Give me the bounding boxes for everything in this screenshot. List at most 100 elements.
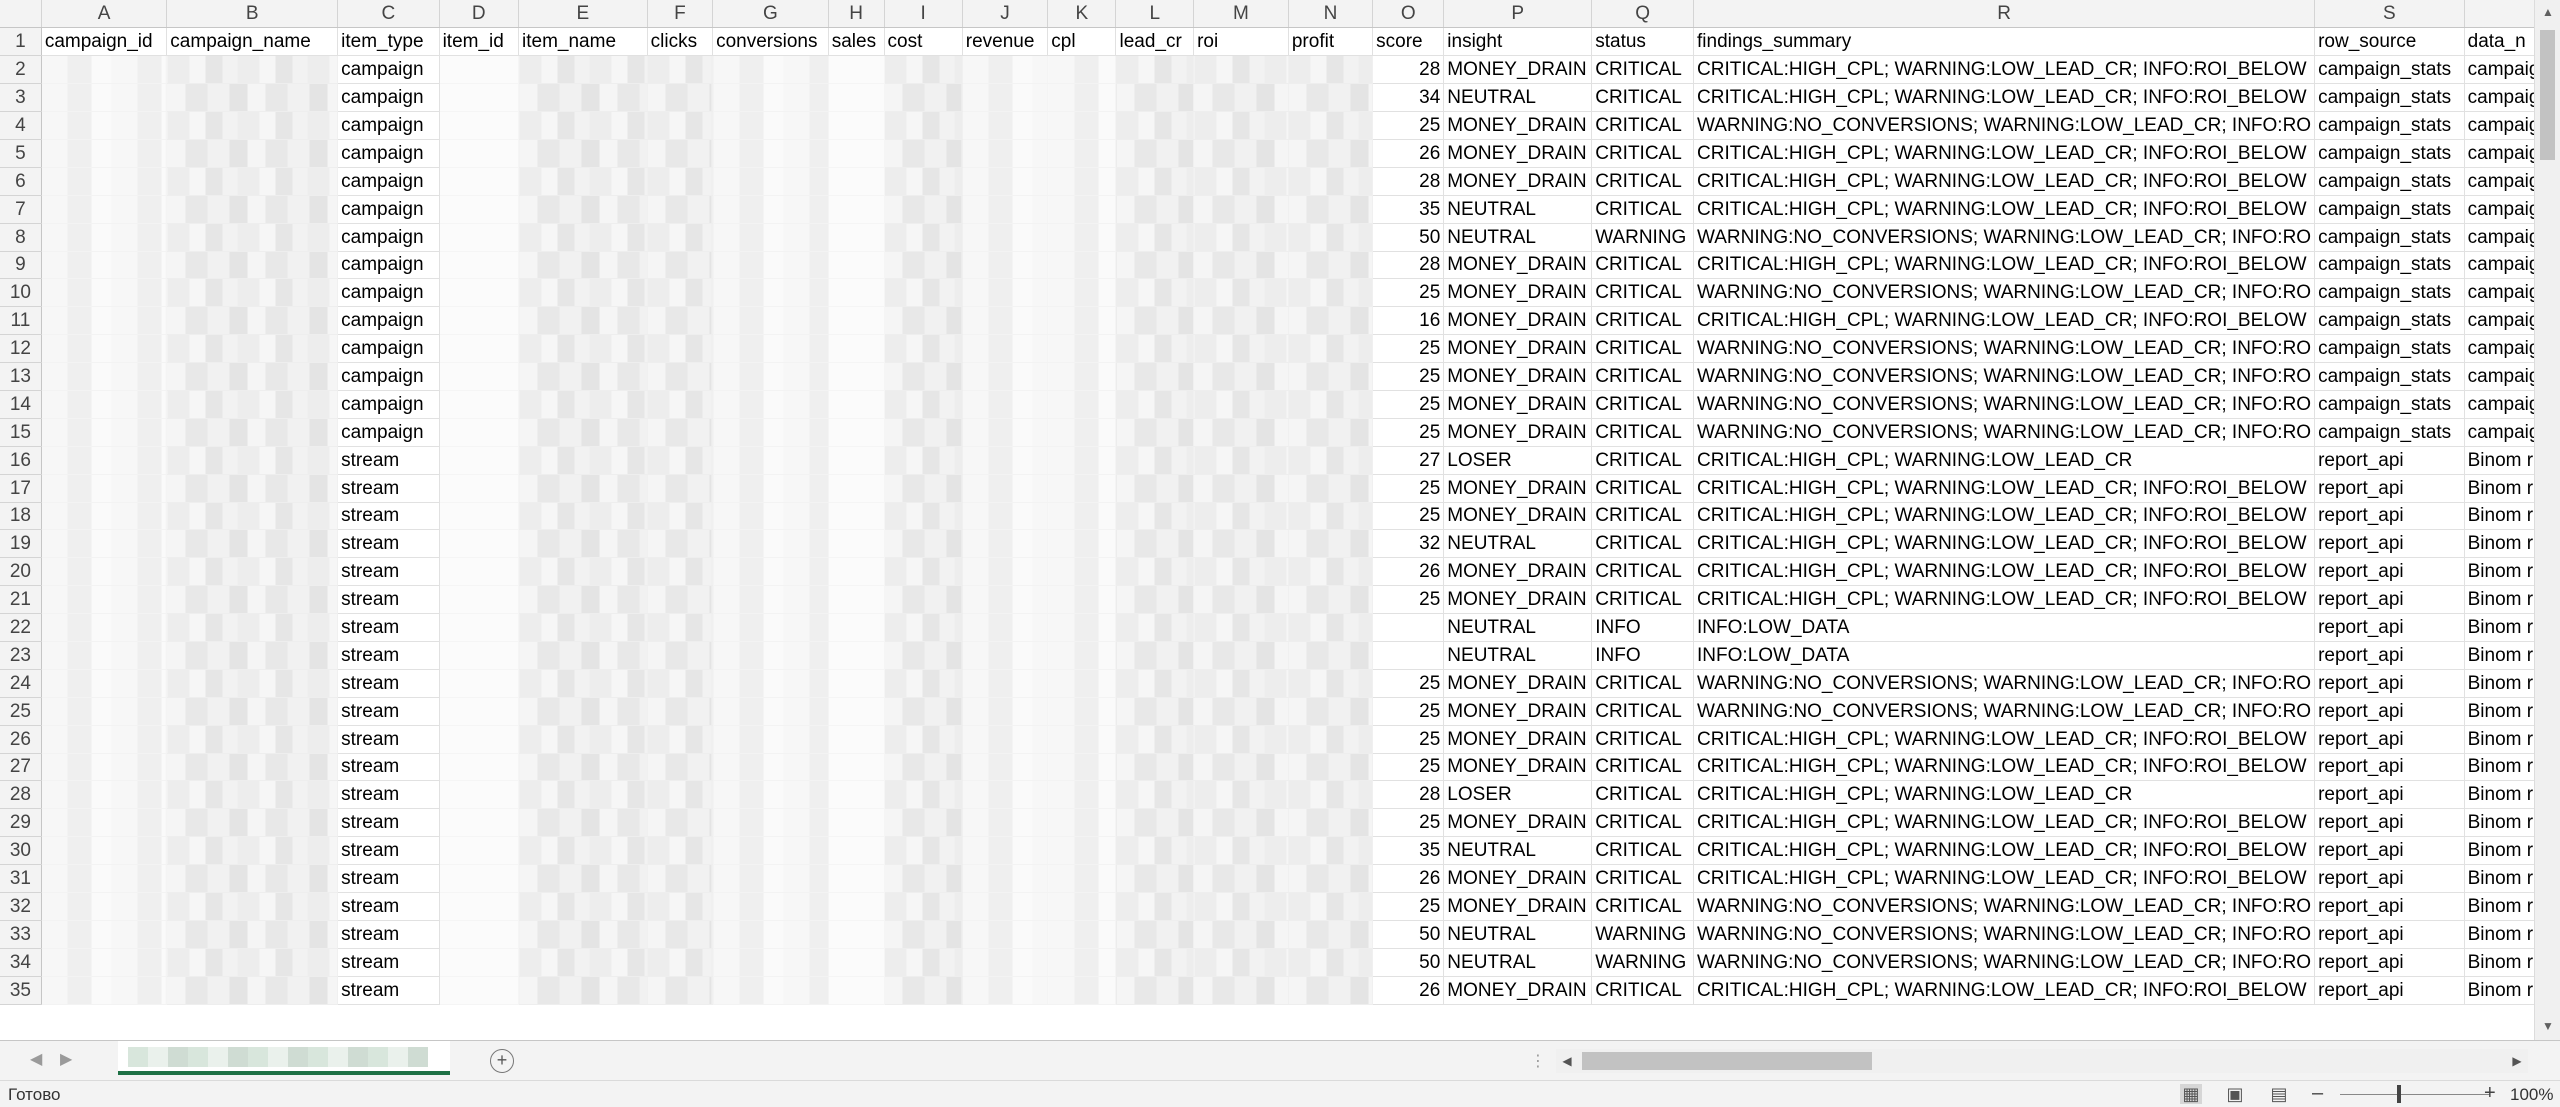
redacted-cell[interactable] <box>962 557 1049 587</box>
redacted-cell[interactable] <box>518 139 648 168</box>
redacted-cell[interactable] <box>1047 529 1117 559</box>
cell[interactable]: campaign <box>337 306 440 336</box>
redacted-cell[interactable] <box>1115 808 1195 838</box>
redacted-cell[interactable] <box>1193 278 1289 308</box>
cell[interactable]: MONEY_DRAIN <box>1443 111 1593 140</box>
cell[interactable]: stream <box>337 920 440 949</box>
cell[interactable]: campaign_stats <box>2314 251 2465 280</box>
redacted-cell[interactable] <box>1193 892 1289 921</box>
cell[interactable]: stream <box>337 976 440 1005</box>
cell[interactable]: stream <box>337 474 440 503</box>
redacted-cell[interactable] <box>962 725 1049 754</box>
redacted-cell[interactable] <box>647 641 714 670</box>
cell[interactable]: WARNING:NO_CONVERSIONS; WARNING:LOW_LEAD… <box>1693 920 2316 949</box>
row-header[interactable]: 18 <box>0 502 42 531</box>
redacted-cell[interactable] <box>439 83 520 113</box>
redacted-cell[interactable] <box>1047 613 1117 642</box>
cell[interactable]: CRITICAL:HIGH_CPL; WARNING:LOW_LEAD_CR; … <box>1693 502 2316 531</box>
cell[interactable]: campaign_stats <box>2314 195 2465 224</box>
redacted-cell[interactable] <box>1193 502 1289 531</box>
row-header[interactable]: 8 <box>0 223 42 252</box>
row-header[interactable]: 35 <box>0 976 42 1005</box>
row-header[interactable]: 9 <box>0 251 42 280</box>
redacted-cell[interactable] <box>712 892 829 921</box>
row-header[interactable]: 24 <box>0 669 42 698</box>
redacted-cell[interactable] <box>1288 669 1374 698</box>
redacted-cell[interactable] <box>166 390 339 419</box>
redacted-cell[interactable] <box>1193 195 1289 224</box>
redacted-cell[interactable] <box>1115 557 1195 587</box>
column-header-C[interactable]: C <box>337 0 440 29</box>
redacted-cell[interactable] <box>1115 418 1195 447</box>
cell[interactable]: WARNING:NO_CONVERSIONS; WARNING:LOW_LEAD… <box>1693 418 2316 447</box>
cell[interactable]: NEUTRAL <box>1443 613 1593 642</box>
cell[interactable]: report_api <box>2314 948 2465 977</box>
redacted-cell[interactable] <box>712 474 829 503</box>
redacted-cell[interactable] <box>647 139 714 168</box>
redacted-cell[interactable] <box>884 418 963 447</box>
redacted-cell[interactable] <box>962 418 1049 447</box>
redacted-cell[interactable] <box>41 780 168 810</box>
redacted-cell[interactable] <box>828 362 885 391</box>
cell[interactable]: CRITICAL:HIGH_CPL; WARNING:LOW_LEAD_CR <box>1693 446 2316 475</box>
redacted-cell[interactable] <box>884 139 963 168</box>
header-cell[interactable]: row_source <box>2314 27 2465 57</box>
cell[interactable]: MONEY_DRAIN <box>1443 278 1593 308</box>
cell[interactable]: 25 <box>1372 669 1445 698</box>
redacted-cell[interactable] <box>439 808 520 838</box>
row-header[interactable]: 11 <box>0 306 42 336</box>
column-header-N[interactable]: N <box>1288 0 1374 29</box>
redacted-cell[interactable] <box>1047 780 1117 810</box>
cell[interactable]: campaign_stats <box>2314 390 2465 419</box>
redacted-cell[interactable] <box>1115 920 1195 949</box>
cell[interactable]: stream <box>337 502 440 531</box>
column-header-Q[interactable]: Q <box>1591 0 1695 29</box>
redacted-cell[interactable] <box>884 948 963 977</box>
cell[interactable]: MONEY_DRAIN <box>1443 808 1593 838</box>
redacted-cell[interactable] <box>962 529 1049 559</box>
cell[interactable]: MONEY_DRAIN <box>1443 669 1593 698</box>
redacted-cell[interactable] <box>439 251 520 280</box>
cell[interactable]: 25 <box>1372 808 1445 838</box>
redacted-cell[interactable] <box>647 55 714 85</box>
cell[interactable]: stream <box>337 780 440 810</box>
header-cell[interactable]: clicks <box>647 27 714 57</box>
redacted-cell[interactable] <box>166 55 339 85</box>
redacted-cell[interactable] <box>41 223 168 252</box>
cell[interactable]: campaign_stats <box>2314 55 2465 85</box>
redacted-cell[interactable] <box>1115 223 1195 252</box>
redacted-cell[interactable] <box>962 446 1049 475</box>
redacted-cell[interactable] <box>884 529 963 559</box>
redacted-cell[interactable] <box>962 251 1049 280</box>
cell[interactable]: CRITICAL:HIGH_CPL; WARNING:LOW_LEAD_CR; … <box>1693 83 2316 113</box>
redacted-cell[interactable] <box>1193 920 1289 949</box>
cell[interactable]: campaign <box>337 195 440 224</box>
redacted-cell[interactable] <box>884 251 963 280</box>
redacted-cell[interactable] <box>1047 167 1117 196</box>
cell[interactable]: MONEY_DRAIN <box>1443 390 1593 419</box>
redacted-cell[interactable] <box>1193 55 1289 85</box>
redacted-cell[interactable] <box>41 167 168 196</box>
cell[interactable]: CRITICAL:HIGH_CPL; WARNING:LOW_LEAD_CR; … <box>1693 306 2316 336</box>
cell[interactable]: report_api <box>2314 529 2465 559</box>
cell[interactable]: MONEY_DRAIN <box>1443 474 1593 503</box>
redacted-cell[interactable] <box>41 83 168 113</box>
redacted-cell[interactable] <box>828 251 885 280</box>
redacted-cell[interactable] <box>962 474 1049 503</box>
header-cell[interactable]: profit <box>1288 27 1374 57</box>
cell[interactable]: MONEY_DRAIN <box>1443 557 1593 587</box>
cell[interactable]: report_api <box>2314 585 2465 615</box>
header-cell[interactable]: cpl <box>1047 27 1117 57</box>
redacted-cell[interactable] <box>962 139 1049 168</box>
cell[interactable]: report_api <box>2314 446 2465 475</box>
cell[interactable]: 26 <box>1372 976 1445 1005</box>
redacted-cell[interactable] <box>1115 641 1195 670</box>
cell[interactable]: CRITICAL:HIGH_CPL; WARNING:LOW_LEAD_CR; … <box>1693 529 2316 559</box>
select-all-corner[interactable] <box>0 0 42 29</box>
column-header-H[interactable]: H <box>828 0 885 29</box>
redacted-cell[interactable] <box>1047 502 1117 531</box>
redacted-cell[interactable] <box>1047 362 1117 391</box>
row-header[interactable]: 25 <box>0 697 42 726</box>
cell[interactable]: campaign_stats <box>2314 278 2465 308</box>
cell[interactable]: campaign_stats <box>2314 306 2465 336</box>
